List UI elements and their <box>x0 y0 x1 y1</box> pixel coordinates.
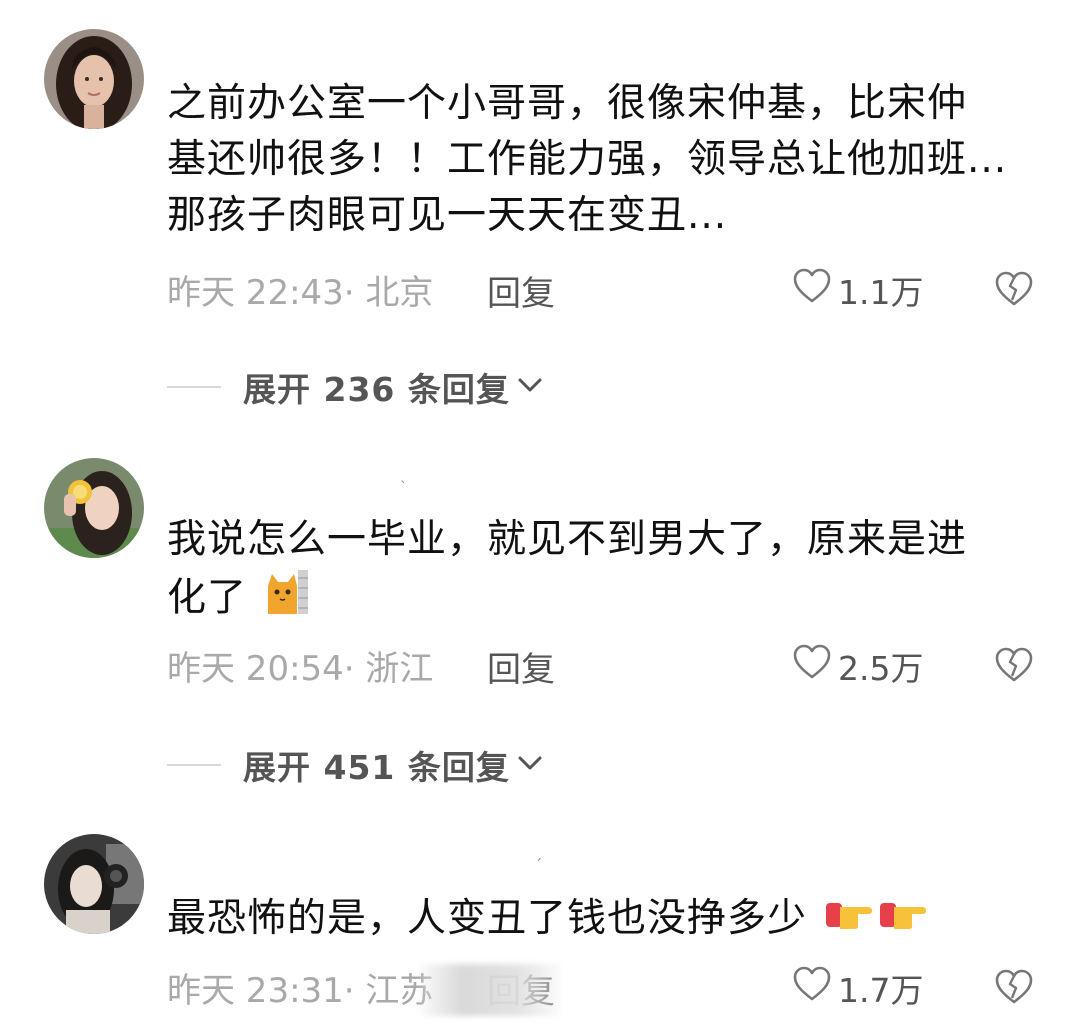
like-button[interactable]: 1.1万 <box>792 266 923 314</box>
dislike-button[interactable] <box>994 968 1034 1010</box>
avatar[interactable] <box>44 458 144 558</box>
speck: ˋ <box>400 480 407 496</box>
comment-meta: 昨天 20:54· 浙江 <box>167 648 434 689</box>
comment-text: 之前办公室一个小哥哥，很像宋仲基，比宋仲 基还帅很多！！工作能力强，领导总让他加… <box>167 76 1047 244</box>
expand-replies[interactable]: 展开 236 条回复 <box>167 363 544 411</box>
comment-line: 化了 <box>167 568 1047 632</box>
expand-replies[interactable]: 展开 451 条回复 <box>167 741 544 789</box>
comment-line: 基还帅很多！！工作能力强，领导总让他加班... <box>167 137 1008 182</box>
chevron-down-icon <box>516 375 544 399</box>
speck: ˊ <box>535 858 542 874</box>
comment-line: 最恐怖的是，人变丑了钱也没挣多少 <box>167 891 1047 949</box>
like-count: 2.5万 <box>838 649 924 688</box>
heart-outline-icon <box>792 965 832 1011</box>
dislike-button[interactable] <box>994 646 1034 688</box>
like-button[interactable]: 1.7万 <box>792 964 923 1012</box>
reply-button[interactable]: 回复 <box>487 266 555 315</box>
expand-replies-label: 展开 451 条回复 <box>243 748 510 787</box>
avatar[interactable] <box>44 834 144 934</box>
comment-line-text: 化了 <box>167 575 248 621</box>
like-button[interactable]: 2.5万 <box>792 642 923 690</box>
like-count: 1.7万 <box>838 971 924 1010</box>
pointing-right-hand-emoji <box>824 893 928 949</box>
comment-text: 最恐怖的是，人变丑了钱也没挣多少 <box>167 891 1047 949</box>
broken-heart-icon <box>994 647 1034 688</box>
dislike-button[interactable] <box>994 270 1034 312</box>
comment-line-text: 最恐怖的是，人变丑了钱也没挣多少 <box>167 896 808 941</box>
cat-peeking-emoji <box>264 568 310 632</box>
broken-heart-icon <box>994 271 1034 312</box>
like-count: 1.1万 <box>838 273 924 312</box>
expand-replies-label: 展开 236 条回复 <box>243 370 510 409</box>
heart-outline-icon <box>792 643 832 689</box>
comment-line: 之前办公室一个小哥哥，很像宋仲基，比宋仲 <box>167 81 968 126</box>
blur-overlay <box>420 964 560 1016</box>
comment-meta: 昨天 22:43· 北京 <box>167 272 434 313</box>
chevron-down-icon <box>516 753 544 777</box>
avatar[interactable] <box>44 29 144 129</box>
comment-meta: 昨天 23:31· 江苏 <box>167 970 434 1011</box>
reply-button[interactable]: 回复 <box>487 642 555 691</box>
heart-outline-icon <box>792 267 832 313</box>
divider <box>167 386 221 388</box>
comment-text: 我说怎么一毕业，就见不到男大了，原来是进 化了 <box>167 512 1047 632</box>
divider <box>167 764 221 766</box>
comment-line: 那孩子肉眼可见一天天在变丑... <box>167 193 728 238</box>
comment-line: 我说怎么一毕业，就见不到男大了，原来是进 <box>167 517 968 562</box>
broken-heart-icon <box>994 969 1034 1010</box>
